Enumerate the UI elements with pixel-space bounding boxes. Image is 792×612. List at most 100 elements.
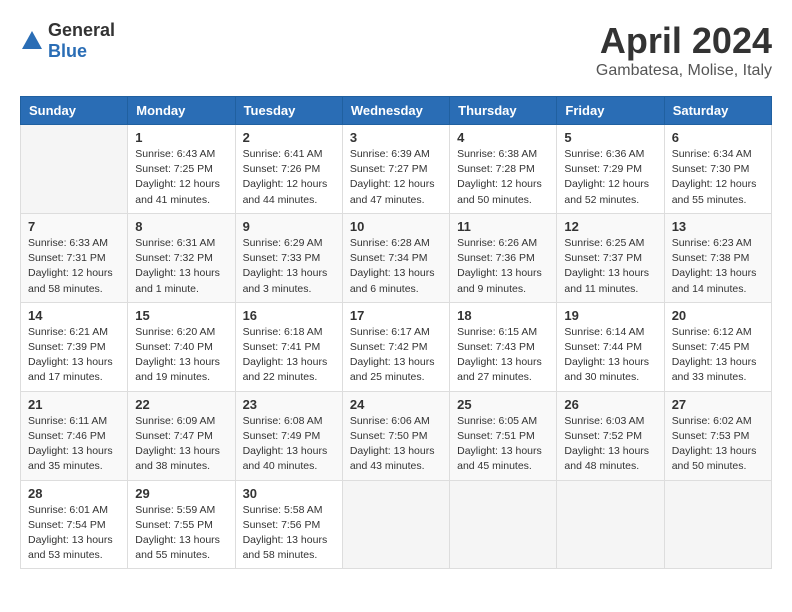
day-number: 6 [672,130,764,145]
calendar-cell: 21 Sunrise: 6:11 AM Sunset: 7:46 PM Dayli… [21,391,128,480]
day-info: Sunrise: 6:25 AM Sunset: 7:37 PM Dayligh… [564,236,656,297]
day-info: Sunrise: 6:11 AM Sunset: 7:46 PM Dayligh… [28,414,120,475]
page-header: General Blue April 2024 Gambatesa, Molis… [20,20,772,80]
calendar-week-row: 1Sunrise: 6:43 AM Sunset: 7:25 PM Daylig… [21,125,772,214]
day-number: 21 [28,397,120,412]
day-number: 20 [672,308,764,323]
calendar-title: April 2024 [596,20,772,62]
day-info: Sunrise: 6:15 AM Sunset: 7:43 PM Dayligh… [457,325,549,386]
calendar-cell: 19 Sunrise: 6:14 AM Sunset: 7:44 PM Dayli… [557,302,664,391]
day-number: 19 [564,308,656,323]
day-info: Sunrise: 6:17 AM Sunset: 7:42 PM Dayligh… [350,325,442,386]
day-number: 8 [135,219,227,234]
logo-blue: Blue [48,41,87,61]
calendar-cell: 8Sunrise: 6:31 AM Sunset: 7:32 PM Daylig… [128,213,235,302]
day-number: 24 [350,397,442,412]
calendar-cell [450,480,557,569]
calendar-column-header: Monday [128,97,235,125]
day-info: Sunrise: 6:20 AM Sunset: 7:40 PM Dayligh… [135,325,227,386]
day-info: Sunrise: 6:28 AM Sunset: 7:34 PM Dayligh… [350,236,442,297]
calendar-cell: 23Sunrise: 6:08 AM Sunset: 7:49 PM Dayli… [235,391,342,480]
calendar-cell: 13 Sunrise: 6:23 AM Sunset: 7:38 PM Dayli… [664,213,771,302]
day-number: 10 [350,219,442,234]
day-number: 14 [28,308,120,323]
calendar-cell: 26 Sunrise: 6:03 AM Sunset: 7:52 PM Dayli… [557,391,664,480]
calendar-cell: 3 Sunrise: 6:39 AM Sunset: 7:27 PM Daylig… [342,125,449,214]
calendar-column-header: Tuesday [235,97,342,125]
day-info: Sunrise: 6:09 AM Sunset: 7:47 PM Dayligh… [135,414,227,475]
day-info: Sunrise: 5:59 AM Sunset: 7:55 PM Dayligh… [135,503,227,564]
day-number: 17 [350,308,442,323]
day-number: 15 [135,308,227,323]
logo-icon [20,29,44,53]
calendar-cell: 5Sunrise: 6:36 AM Sunset: 7:29 PM Daylig… [557,125,664,214]
calendar-column-header: Thursday [450,97,557,125]
calendar-header-row: SundayMondayTuesdayWednesdayThursdayFrid… [21,97,772,125]
day-number: 26 [564,397,656,412]
calendar-cell: 27 Sunrise: 6:02 AM Sunset: 7:53 PM Dayli… [664,391,771,480]
calendar-cell: 1Sunrise: 6:43 AM Sunset: 7:25 PM Daylig… [128,125,235,214]
day-info: Sunrise: 6:02 AM Sunset: 7:53 PM Dayligh… [672,414,764,475]
day-number: 9 [243,219,335,234]
calendar-week-row: 14 Sunrise: 6:21 AM Sunset: 7:39 PM Dayli… [21,302,772,391]
day-number: 3 [350,130,442,145]
day-number: 25 [457,397,549,412]
calendar-cell [342,480,449,569]
calendar-cell: 17 Sunrise: 6:17 AM Sunset: 7:42 PM Dayli… [342,302,449,391]
day-number: 5 [564,130,656,145]
calendar-cell: 7 Sunrise: 6:33 AM Sunset: 7:31 PM Daylig… [21,213,128,302]
day-info: Sunrise: 6:38 AM Sunset: 7:28 PM Dayligh… [457,147,549,208]
day-info: Sunrise: 6:05 AM Sunset: 7:51 PM Dayligh… [457,414,549,475]
day-number: 16 [243,308,335,323]
day-number: 27 [672,397,764,412]
day-info: Sunrise: 6:06 AM Sunset: 7:50 PM Dayligh… [350,414,442,475]
calendar-cell: 10 Sunrise: 6:28 AM Sunset: 7:34 PM Dayli… [342,213,449,302]
calendar-column-header: Saturday [664,97,771,125]
day-info: Sunrise: 6:33 AM Sunset: 7:31 PM Dayligh… [28,236,120,297]
calendar-cell [21,125,128,214]
calendar-cell: 11Sunrise: 6:26 AM Sunset: 7:36 PM Dayli… [450,213,557,302]
day-number: 28 [28,486,120,501]
calendar-cell: 6 Sunrise: 6:34 AM Sunset: 7:30 PM Daylig… [664,125,771,214]
calendar-location: Gambatesa, Molise, Italy [596,62,772,80]
calendar-week-row: 7 Sunrise: 6:33 AM Sunset: 7:31 PM Daylig… [21,213,772,302]
day-info: Sunrise: 6:41 AM Sunset: 7:26 PM Dayligh… [243,147,335,208]
calendar-column-header: Friday [557,97,664,125]
day-number: 22 [135,397,227,412]
day-number: 13 [672,219,764,234]
title-block: April 2024 Gambatesa, Molise, Italy [596,20,772,80]
calendar-cell: 20 Sunrise: 6:12 AM Sunset: 7:45 PM Dayli… [664,302,771,391]
day-info: Sunrise: 5:58 AM Sunset: 7:56 PM Dayligh… [243,503,335,564]
calendar-cell: 2 Sunrise: 6:41 AM Sunset: 7:26 PM Daylig… [235,125,342,214]
day-number: 29 [135,486,227,501]
calendar-cell: 30Sunrise: 5:58 AM Sunset: 7:56 PM Dayli… [235,480,342,569]
calendar-cell: 15 Sunrise: 6:20 AM Sunset: 7:40 PM Dayli… [128,302,235,391]
day-info: Sunrise: 6:18 AM Sunset: 7:41 PM Dayligh… [243,325,335,386]
logo-text: General Blue [48,20,115,62]
day-number: 2 [243,130,335,145]
calendar-cell: 22 Sunrise: 6:09 AM Sunset: 7:47 PM Dayli… [128,391,235,480]
day-info: Sunrise: 6:34 AM Sunset: 7:30 PM Dayligh… [672,147,764,208]
logo: General Blue [20,20,115,62]
day-number: 4 [457,130,549,145]
calendar-cell: 16 Sunrise: 6:18 AM Sunset: 7:41 PM Dayli… [235,302,342,391]
day-info: Sunrise: 6:14 AM Sunset: 7:44 PM Dayligh… [564,325,656,386]
day-number: 23 [243,397,335,412]
day-info: Sunrise: 6:03 AM Sunset: 7:52 PM Dayligh… [564,414,656,475]
calendar-cell [557,480,664,569]
calendar-column-header: Sunday [21,97,128,125]
calendar-cell: 18Sunrise: 6:15 AM Sunset: 7:43 PM Dayli… [450,302,557,391]
day-number: 11 [457,219,549,234]
day-number: 12 [564,219,656,234]
day-info: Sunrise: 6:39 AM Sunset: 7:27 PM Dayligh… [350,147,442,208]
day-number: 7 [28,219,120,234]
calendar-cell: 9Sunrise: 6:29 AM Sunset: 7:33 PM Daylig… [235,213,342,302]
calendar-cell: 12 Sunrise: 6:25 AM Sunset: 7:37 PM Dayli… [557,213,664,302]
day-info: Sunrise: 6:12 AM Sunset: 7:45 PM Dayligh… [672,325,764,386]
day-info: Sunrise: 6:21 AM Sunset: 7:39 PM Dayligh… [28,325,120,386]
day-info: Sunrise: 6:23 AM Sunset: 7:38 PM Dayligh… [672,236,764,297]
calendar-cell: 14 Sunrise: 6:21 AM Sunset: 7:39 PM Dayli… [21,302,128,391]
day-info: Sunrise: 6:43 AM Sunset: 7:25 PM Dayligh… [135,147,227,208]
calendar-column-header: Wednesday [342,97,449,125]
calendar-table: SundayMondayTuesdayWednesdayThursdayFrid… [20,96,772,569]
